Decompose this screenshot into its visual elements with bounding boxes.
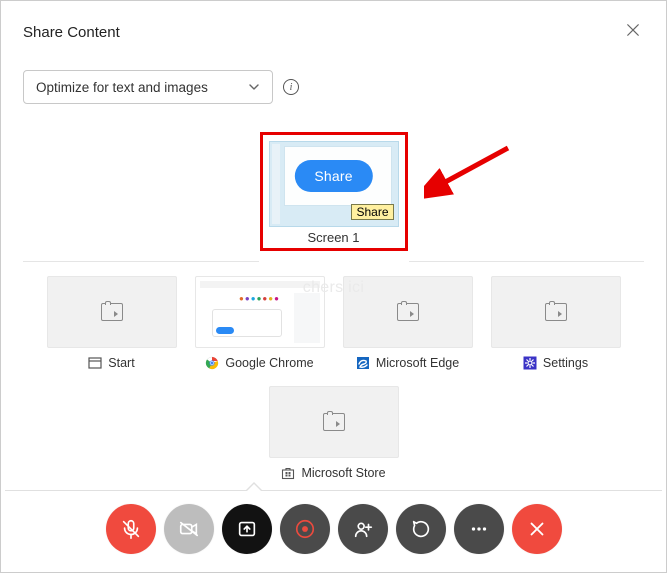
chevron-down-icon xyxy=(248,81,260,93)
share-tooltip: Share xyxy=(351,204,393,220)
app-card-msstore[interactable]: Microsoft Store xyxy=(269,386,399,480)
meeting-toolbar-area xyxy=(1,490,666,564)
app-card-settings[interactable]: Settings xyxy=(491,276,621,370)
share-content-dialog: Share Content Optimize for text and imag… xyxy=(1,1,666,484)
mute-button[interactable] xyxy=(106,504,156,554)
controls-row: Optimize for text and images i xyxy=(23,70,644,104)
participants-icon xyxy=(352,518,374,540)
info-icon[interactable]: i xyxy=(283,79,299,95)
close-button[interactable] xyxy=(622,19,644,46)
close-icon xyxy=(526,518,548,540)
more-horizontal-icon xyxy=(468,518,490,540)
window-cursor-icon xyxy=(545,303,567,321)
window-cursor-icon xyxy=(101,303,123,321)
screen-selection-area: Share Share Screen 1 xyxy=(23,132,644,251)
app-label-chrome: Google Chrome xyxy=(205,356,313,370)
screen-1-preview: Share Share xyxy=(269,141,399,227)
app-thumb-msstore xyxy=(269,386,399,458)
end-call-button[interactable] xyxy=(512,504,562,554)
annotation-arrow-icon xyxy=(424,142,514,202)
app-label-start: Start xyxy=(88,356,134,370)
store-icon xyxy=(281,466,295,480)
microphone-muted-icon xyxy=(120,518,142,540)
window-cursor-icon xyxy=(323,413,345,431)
meeting-toolbar xyxy=(1,504,666,554)
gear-icon xyxy=(523,356,537,370)
record-button[interactable] xyxy=(280,504,330,554)
video-off-icon xyxy=(178,518,200,540)
app-label-edge: Microsoft Edge xyxy=(356,356,459,370)
app-thumb-settings xyxy=(491,276,621,348)
record-icon xyxy=(294,518,316,540)
share-button[interactable]: Share xyxy=(294,160,372,192)
edge-icon xyxy=(356,356,370,370)
chat-button[interactable] xyxy=(396,504,446,554)
app-thumb-start xyxy=(47,276,177,348)
app-thumb-edge xyxy=(343,276,473,348)
screen-1-caption: Screen 1 xyxy=(269,227,399,245)
participants-button[interactable] xyxy=(338,504,388,554)
screen-1-card[interactable]: Share Share Screen 1 xyxy=(260,132,408,251)
app-label-settings: Settings xyxy=(523,356,588,370)
more-options-button[interactable] xyxy=(454,504,504,554)
app-label-msstore: Microsoft Store xyxy=(281,466,385,480)
dialog-header: Share Content xyxy=(23,19,644,46)
app-card-start[interactable]: Start xyxy=(47,276,177,370)
chat-icon xyxy=(410,518,432,540)
window-cursor-icon xyxy=(397,303,419,321)
optimize-dropdown[interactable]: Optimize for text and images xyxy=(23,70,273,104)
application-grid: Start ●●●●●●● Google Chrome xyxy=(23,262,644,484)
share-content-button[interactable] xyxy=(222,504,272,554)
share-up-icon xyxy=(236,518,258,540)
video-button[interactable] xyxy=(164,504,214,554)
app-card-edge[interactable]: Microsoft Edge xyxy=(343,276,473,370)
start-icon xyxy=(88,356,102,370)
optimize-dropdown-label: Optimize for text and images xyxy=(36,80,208,95)
dialog-title: Share Content xyxy=(23,24,120,41)
chrome-icon xyxy=(205,356,219,370)
app-card-chrome[interactable]: ●●●●●●● Google Chrome xyxy=(195,276,325,370)
app-thumb-chrome: ●●●●●●● xyxy=(195,276,325,348)
